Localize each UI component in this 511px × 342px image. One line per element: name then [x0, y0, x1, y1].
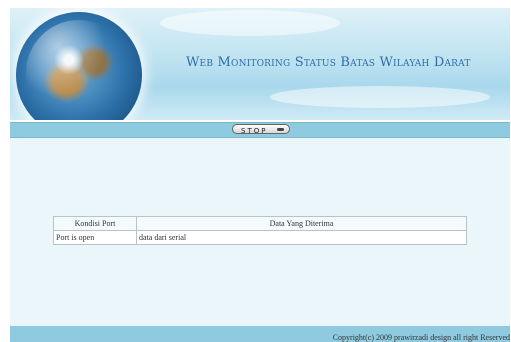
page-frame: Web Monitoring Status Batas Wilayah Dara…: [10, 8, 510, 342]
port-status-cell: Port is open: [53, 230, 137, 245]
table-row: Port is open data dari serial: [53, 230, 467, 245]
toggle-knob-icon: [277, 128, 284, 131]
globe-logo: [16, 12, 142, 120]
stop-button-label: STOP: [241, 127, 268, 135]
received-data-cell: data dari serial: [136, 230, 467, 245]
table-header-row: Kondisi Port Data Yang Diterima: [53, 216, 467, 231]
control-bar: STOP: [10, 122, 510, 138]
port-data-table: Kondisi Port Data Yang Diterima Port is …: [53, 216, 467, 245]
column-header-data-diterima: Data Yang Diterima: [136, 216, 467, 231]
copyright-text: Copyright(c) 2009 prawirzadi design all …: [332, 333, 510, 342]
stop-button[interactable]: STOP: [232, 124, 290, 135]
column-header-kondisi-port: Kondisi Port: [53, 216, 137, 231]
header-banner: Web Monitoring Status Batas Wilayah Dara…: [10, 8, 510, 122]
page-title: Web Monitoring Status Batas Wilayah Dara…: [186, 55, 471, 70]
cloud-decoration: [160, 10, 340, 36]
footer-bar: Copyright(c) 2009 prawirzadi design all …: [10, 326, 510, 342]
